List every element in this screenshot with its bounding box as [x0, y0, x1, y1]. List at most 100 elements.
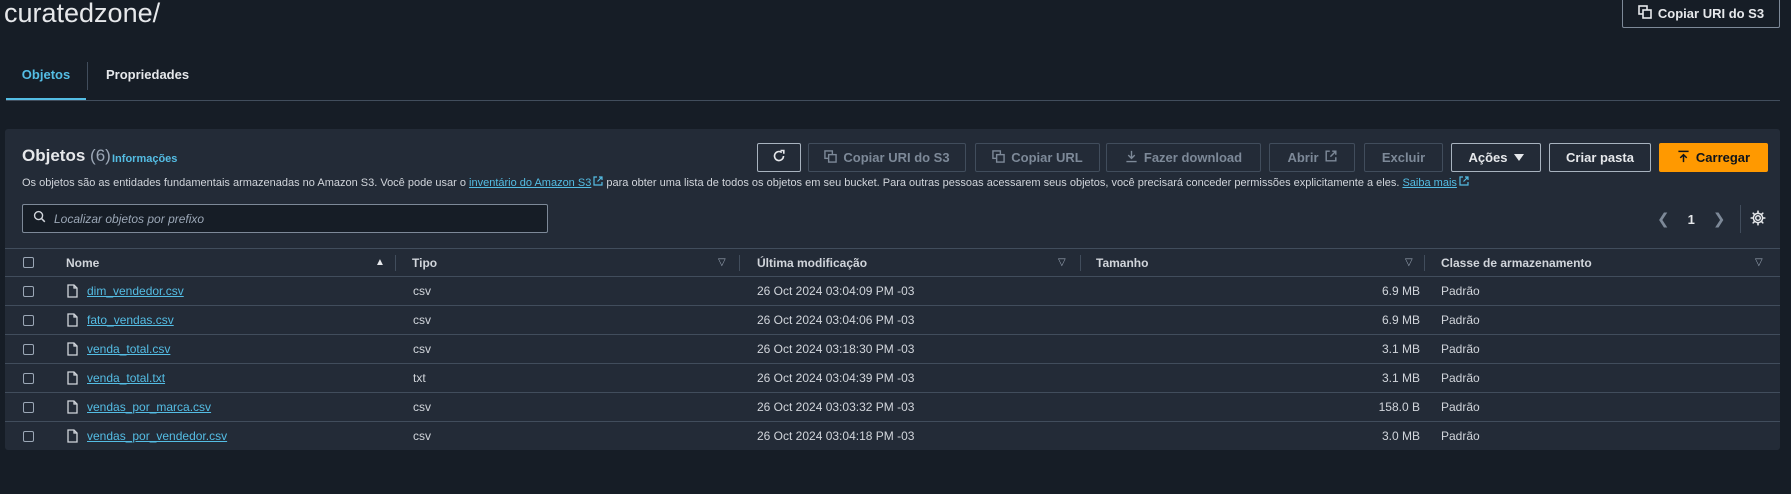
objects-table: Nome ▲ Tipo ▽ Última modificação ▽ Taman…: [5, 248, 1780, 451]
column-header-last-modified[interactable]: Última modificação: [757, 249, 867, 277]
sort-descending-icon[interactable]: ▽: [1755, 249, 1763, 277]
copy-s3-uri-header-button[interactable]: Copiar URI do S3: [1622, 0, 1780, 28]
upload-label: Carregar: [1695, 150, 1751, 165]
page-title: curatedzone/: [4, 0, 161, 28]
object-storage-class: Padrão: [1441, 284, 1480, 298]
object-last-modified: 26 Oct 2024 03:04:39 PM -03: [757, 371, 915, 385]
search-icon: [33, 210, 46, 228]
object-name-link[interactable]: fato_vendas.csv: [87, 306, 174, 334]
refresh-button[interactable]: [757, 143, 801, 172]
object-name-link[interactable]: dim_vendedor.csv: [87, 277, 184, 305]
column-header-type[interactable]: Tipo: [412, 249, 437, 277]
table-header: Nome ▲ Tipo ▽ Última modificação ▽ Taman…: [5, 248, 1780, 277]
object-last-modified: 26 Oct 2024 03:18:30 PM -03: [757, 342, 915, 356]
object-storage-class: Padrão: [1441, 342, 1480, 356]
object-size: 158.0 B: [1378, 400, 1420, 414]
row-checkbox[interactable]: [23, 373, 34, 384]
external-link-icon: [1459, 176, 1469, 189]
object-storage-class: Padrão: [1441, 429, 1480, 443]
select-all-checkbox[interactable]: [23, 257, 34, 268]
row-checkbox[interactable]: [23, 344, 34, 355]
open-button[interactable]: Abrir: [1269, 143, 1355, 172]
object-last-modified: 26 Oct 2024 03:03:32 PM -03: [757, 400, 915, 414]
pagination-divider: [1740, 205, 1741, 233]
actions-label: Ações: [1468, 150, 1508, 165]
object-last-modified: 26 Oct 2024 03:04:09 PM -03: [757, 284, 915, 298]
table-row[interactable]: vendas_por_marca.csv csv 26 Oct 2024 03:03…: [5, 393, 1780, 422]
settings-gear-icon[interactable]: [1750, 210, 1766, 231]
column-header-size[interactable]: Tamanho: [1096, 249, 1148, 277]
object-type: csv: [413, 400, 431, 414]
copy-url-button[interactable]: Copiar URL: [975, 143, 1100, 172]
info-link[interactable]: Informações: [112, 153, 177, 165]
object-type: csv: [413, 313, 431, 327]
external-link-icon: [1325, 150, 1337, 165]
object-last-modified: 26 Oct 2024 03:04:06 PM -03: [757, 313, 915, 327]
sort-descending-icon[interactable]: ▽: [1058, 249, 1066, 277]
table-row[interactable]: fato_vendas.csv csv 26 Oct 2024 03:04:06 P…: [5, 306, 1780, 335]
delete-label: Excluir: [1381, 150, 1426, 165]
download-button[interactable]: Fazer download: [1106, 143, 1261, 172]
tab-properties[interactable]: Propriedades: [106, 60, 189, 100]
sort-ascending-icon[interactable]: ▲: [375, 249, 385, 277]
column-separator: [1424, 255, 1425, 271]
object-storage-class: Padrão: [1441, 400, 1480, 414]
object-size: 6.9 MB: [1381, 284, 1420, 298]
search-input[interactable]: [54, 211, 547, 226]
table-row[interactable]: venda_total.csv csv 26 Oct 2024 03:18:30 P…: [5, 335, 1780, 364]
external-link-icon: [593, 176, 603, 189]
actions-dropdown[interactable]: Ações: [1451, 143, 1541, 172]
s3-bucket-page: curatedzone/ Copiar URI do S3 Objetos Pr…: [0, 0, 1791, 494]
copy-s3-uri-button[interactable]: Copiar URI do S3: [808, 143, 966, 172]
learn-more-link[interactable]: Saiba mais: [1402, 177, 1456, 189]
inventory-link[interactable]: inventário do Amazon S3: [469, 177, 591, 189]
object-name-link[interactable]: venda_total.csv: [87, 335, 170, 363]
objects-panel-title: Objetos (6): [22, 146, 111, 166]
objects-count: (6): [90, 146, 111, 165]
delete-button[interactable]: Excluir: [1364, 143, 1443, 172]
download-label: Fazer download: [1143, 150, 1243, 165]
object-type: txt: [413, 371, 426, 385]
row-checkbox[interactable]: [23, 286, 34, 297]
upload-icon: [1677, 150, 1690, 166]
object-name-link[interactable]: vendas_por_marca.csv: [87, 393, 211, 421]
download-icon: [1125, 150, 1138, 166]
object-type: csv: [413, 284, 431, 298]
file-icon: [67, 313, 78, 332]
upload-button[interactable]: Carregar: [1659, 143, 1768, 172]
current-page-number[interactable]: 1: [1688, 212, 1695, 227]
file-icon: [67, 429, 78, 448]
table-row[interactable]: venda_total.txt txt 26 Oct 2024 03:04:39 P…: [5, 364, 1780, 393]
row-checkbox[interactable]: [23, 431, 34, 442]
object-size: 3.1 MB: [1381, 371, 1420, 385]
copy-s3-uri-label: Copiar URI do S3: [843, 150, 950, 165]
chevron-right-icon[interactable]: ❯: [1713, 210, 1726, 228]
file-icon: [67, 371, 78, 390]
open-label: Abrir: [1287, 150, 1319, 165]
sort-descending-icon[interactable]: ▽: [718, 249, 726, 277]
copy-s3-uri-header-label: Copiar URI do S3: [1657, 5, 1765, 21]
create-folder-button[interactable]: Criar pasta: [1549, 143, 1651, 172]
caret-down-icon: [1513, 150, 1524, 165]
object-type: csv: [413, 429, 431, 443]
column-header-name[interactable]: Nome: [66, 249, 99, 277]
column-header-storage-class[interactable]: Classe de armazenamento: [1441, 249, 1592, 277]
file-icon: [67, 400, 78, 419]
object-name-link[interactable]: vendas_por_vendedor.csv: [87, 422, 227, 450]
table-row[interactable]: vendas_por_vendedor.csv csv 26 Oct 2024 03…: [5, 422, 1780, 451]
tab-objects[interactable]: Objetos: [6, 60, 86, 100]
search-field[interactable]: [22, 204, 548, 233]
object-last-modified: 26 Oct 2024 03:04:18 PM -03: [757, 429, 915, 443]
object-size: 3.1 MB: [1381, 342, 1420, 356]
row-checkbox[interactable]: [23, 315, 34, 326]
row-checkbox[interactable]: [23, 402, 34, 413]
object-name-link[interactable]: venda_total.txt: [87, 364, 165, 392]
objects-panel: Objetos (6) Informações Os objetos são a…: [5, 129, 1780, 450]
chevron-left-icon[interactable]: ❮: [1657, 210, 1670, 228]
sort-descending-icon[interactable]: ▽: [1405, 249, 1413, 277]
copy-icon: [992, 149, 1006, 166]
refresh-icon: [772, 149, 786, 166]
objects-title: Objetos: [22, 146, 86, 165]
table-row[interactable]: dim_vendedor.csv csv 26 Oct 2024 03:04:09 …: [5, 277, 1780, 306]
description-text-middle: para obter uma lista de todos os objetos…: [603, 177, 1403, 189]
